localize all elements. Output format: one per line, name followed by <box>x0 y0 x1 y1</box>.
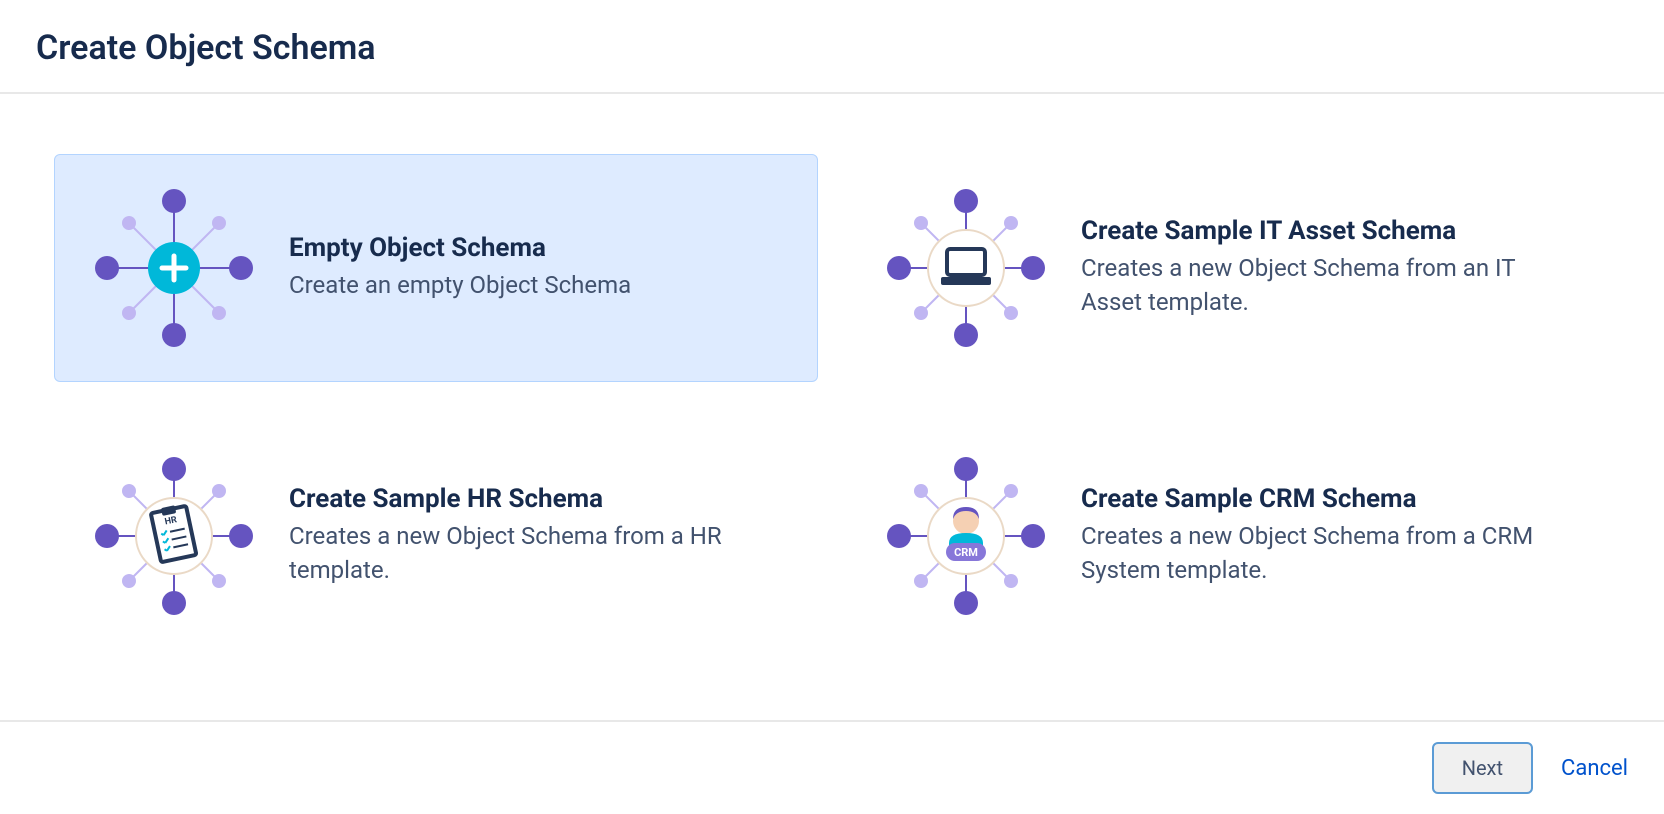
option-text: Create Sample HR Schema Creates a new Ob… <box>289 484 783 587</box>
dialog-footer: Next Cancel <box>0 720 1664 814</box>
option-description: Creates a new Object Schema from a HR te… <box>289 520 783 587</box>
option-description: Creates a new Object Schema from a CRM S… <box>1081 520 1575 587</box>
option-text: Create Sample IT Asset Schema Creates a … <box>1081 216 1575 319</box>
dialog-header: Create Object Schema <box>0 0 1664 94</box>
option-hr-schema[interactable]: HR Create Sample HR Schema Create <box>54 422 818 650</box>
option-empty-schema[interactable]: Empty Object Schema Create an empty Obje… <box>54 154 818 382</box>
crm-schema-icon: CRM <box>881 451 1051 621</box>
hr-schema-icon: HR <box>89 451 259 621</box>
option-text: Empty Object Schema Create an empty Obje… <box>289 233 783 303</box>
option-title: Create Sample CRM Schema <box>1081 484 1575 514</box>
option-title: Create Sample HR Schema <box>289 484 783 514</box>
empty-schema-icon <box>89 183 259 353</box>
create-object-schema-dialog: Create Object Schema <box>0 0 1664 814</box>
dialog-body: Empty Object Schema Create an empty Obje… <box>0 94 1664 720</box>
option-crm-schema[interactable]: CRM Create Sample CRM Schema Creates a n… <box>846 422 1610 650</box>
option-it-asset-schema[interactable]: Create Sample IT Asset Schema Creates a … <box>846 154 1610 382</box>
option-title: Create Sample IT Asset Schema <box>1081 216 1575 246</box>
svg-text:CRM: CRM <box>954 546 978 559</box>
dialog-title: Create Object Schema <box>36 28 1628 68</box>
option-text: Create Sample CRM Schema Creates a new O… <box>1081 484 1575 587</box>
option-title: Empty Object Schema <box>289 233 783 263</box>
option-description: Creates a new Object Schema from an IT A… <box>1081 252 1575 319</box>
cancel-button[interactable]: Cancel <box>1561 756 1628 781</box>
it-asset-schema-icon <box>881 183 1051 353</box>
option-description: Create an empty Object Schema <box>289 269 783 303</box>
next-button[interactable]: Next <box>1432 742 1533 794</box>
